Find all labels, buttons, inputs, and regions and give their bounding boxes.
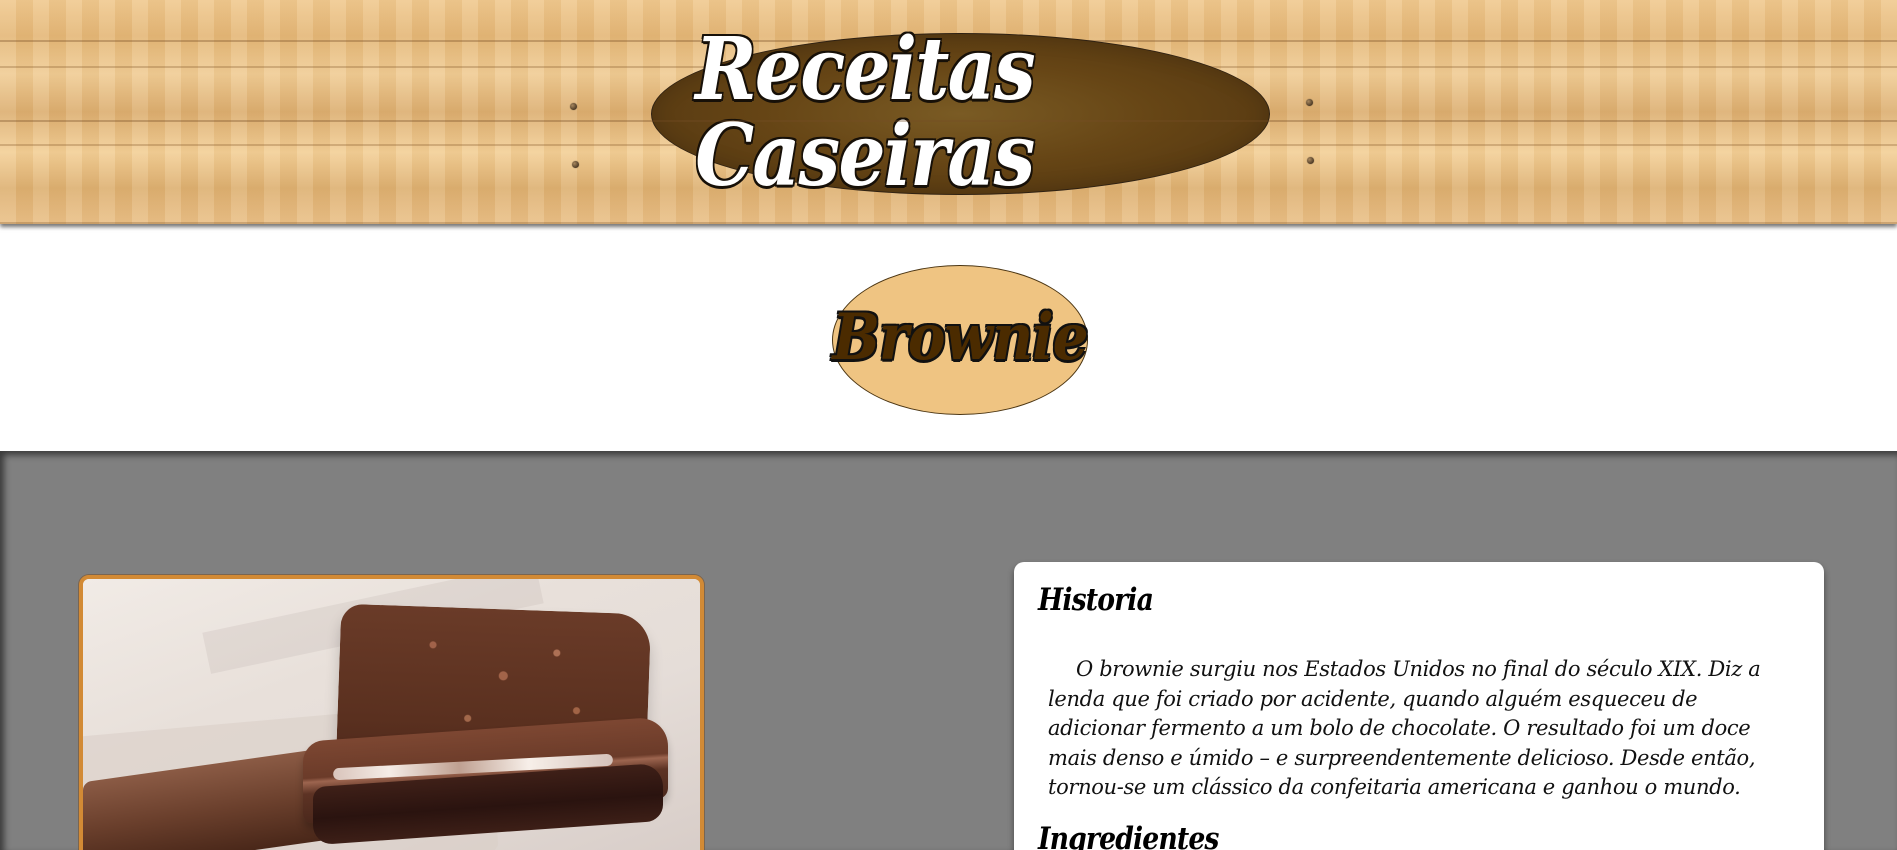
wood-nail	[1307, 157, 1314, 164]
recipe-content: Historia O brownie surgiu nos Estados Un…	[0, 451, 1897, 850]
ingredients-heading: Ingredientes	[1038, 821, 1219, 850]
brownie-photo	[83, 579, 700, 850]
brownie-photo-frame	[79, 575, 704, 850]
site-title: Receitas Caseiras	[695, 19, 1035, 206]
wood-header: Receitas Caseiras	[0, 0, 1897, 224]
wood-nail	[572, 161, 579, 168]
recipe-info-card: Historia O brownie surgiu nos Estados Un…	[1014, 562, 1824, 850]
history-heading: Historia	[1038, 582, 1154, 618]
site-title-badge: Receitas Caseiras	[651, 27, 1270, 199]
recipe-title: Brownie	[832, 300, 1088, 375]
history-text: O brownie surgiu nos Estados Unidos no f…	[1048, 657, 1761, 799]
recipe-title-badge: Brownie	[832, 265, 1089, 415]
wood-nail	[570, 103, 577, 110]
recipe-page: Receitas Caseiras Brownie Historia O bro…	[0, 0, 1897, 850]
wood-nail	[1306, 99, 1313, 106]
